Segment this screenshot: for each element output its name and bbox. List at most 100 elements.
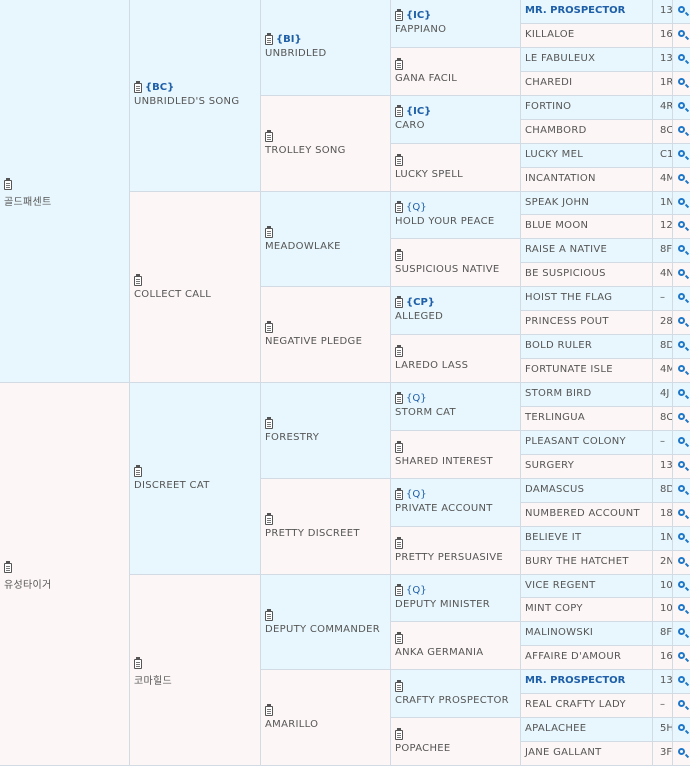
horse-name[interactable]: CHAMBORD <box>525 125 587 136</box>
horse-name[interactable]: KILLALOE <box>525 29 575 40</box>
horse-name[interactable]: 유성타이거 <box>4 576 52 591</box>
horse-name[interactable]: MALINOWSKI <box>525 627 593 638</box>
horse-name[interactable]: MEADOWLAKE <box>265 241 341 252</box>
magnifier-icon[interactable] <box>678 676 685 683</box>
horse-name[interactable]: LUCKY MEL <box>525 149 583 160</box>
horse-name[interactable]: HOIST THE FLAG <box>525 292 612 303</box>
clipboard-icon[interactable] <box>134 656 142 669</box>
magnifier-icon[interactable] <box>678 198 685 205</box>
clipboard-icon[interactable] <box>265 320 273 333</box>
magnifier-icon[interactable] <box>678 628 685 635</box>
magnifier-icon[interactable] <box>678 389 685 396</box>
clipboard-icon[interactable] <box>4 177 12 190</box>
horse-name[interactable]: DISCREET CAT <box>134 480 210 491</box>
magnifier-icon[interactable] <box>678 461 685 468</box>
horse-name[interactable]: SHARED INTEREST <box>395 456 493 467</box>
horse-name[interactable]: APALACHEE <box>525 723 586 734</box>
clipboard-icon[interactable] <box>395 391 403 404</box>
magnifier-icon[interactable] <box>678 150 685 157</box>
magnifier-icon[interactable] <box>678 365 685 372</box>
magnifier-icon[interactable] <box>678 174 685 181</box>
horse-name[interactable]: MR. PROSPECTOR <box>525 5 625 16</box>
clipboard-icon[interactable] <box>134 464 142 477</box>
clipboard-icon[interactable] <box>395 153 403 166</box>
horse-name[interactable]: STORM BIRD <box>525 388 592 399</box>
clipboard-icon[interactable] <box>265 32 273 45</box>
horse-name[interactable]: DEPUTY COMMANDER <box>265 624 380 635</box>
horse-name[interactable]: PRIVATE ACCOUNT <box>395 503 493 514</box>
horse-name[interactable]: SPEAK JOHN <box>525 197 589 208</box>
clipboard-icon[interactable] <box>395 727 403 740</box>
magnifier-icon[interactable] <box>678 221 685 228</box>
horse-name[interactable]: UNBRIDLED'S SONG <box>134 96 239 107</box>
clipboard-icon[interactable] <box>134 80 142 93</box>
horse-name[interactable]: PRETTY PERSUASIVE <box>395 552 503 563</box>
horse-name[interactable]: LE FABULEUX <box>525 53 595 64</box>
magnifier-icon[interactable] <box>678 724 685 731</box>
clipboard-icon[interactable] <box>395 487 403 500</box>
clipboard-icon[interactable] <box>395 104 403 117</box>
horse-name[interactable]: TROLLEY SONG <box>265 145 346 156</box>
horse-name[interactable]: ALLEGED <box>395 311 443 322</box>
magnifier-icon[interactable] <box>678 581 685 588</box>
horse-name[interactable]: ANKA GERMANIA <box>395 647 483 658</box>
horse-name[interactable]: NUMBERED ACCOUNT <box>525 508 640 519</box>
horse-name[interactable]: HOLD YOUR PEACE <box>395 216 495 227</box>
magnifier-icon[interactable] <box>678 102 685 109</box>
horse-name[interactable]: AFFAIRE D'AMOUR <box>525 651 621 662</box>
clipboard-icon[interactable] <box>134 273 142 286</box>
clipboard-icon[interactable] <box>395 248 403 261</box>
clipboard-icon[interactable] <box>395 200 403 213</box>
horse-name[interactable]: FORTINO <box>525 101 571 112</box>
horse-name[interactable]: STORM CAT <box>395 407 456 418</box>
magnifier-icon[interactable] <box>678 557 685 564</box>
horse-name[interactable]: BURY THE HATCHET <box>525 556 629 567</box>
horse-name[interactable]: BLUE MOON <box>525 220 588 231</box>
horse-name[interactable]: DAMASCUS <box>525 484 584 495</box>
horse-name[interactable]: SURGERY <box>525 460 574 471</box>
magnifier-icon[interactable] <box>678 485 685 492</box>
clipboard-icon[interactable] <box>395 440 403 453</box>
horse-name[interactable]: POPACHEE <box>395 743 451 754</box>
horse-name[interactable]: REAL CRAFTY LADY <box>525 699 626 710</box>
magnifier-icon[interactable] <box>678 700 685 707</box>
magnifier-icon[interactable] <box>678 533 685 540</box>
magnifier-icon[interactable] <box>678 604 685 611</box>
magnifier-icon[interactable] <box>678 293 685 300</box>
horse-name[interactable]: COLLECT CALL <box>134 289 211 300</box>
magnifier-icon[interactable] <box>678 269 685 276</box>
magnifier-icon[interactable] <box>678 317 685 324</box>
horse-name[interactable]: 코마힐드 <box>134 672 172 687</box>
clipboard-icon[interactable] <box>4 560 12 573</box>
horse-name[interactable]: 골드패센트 <box>4 193 52 208</box>
magnifier-icon[interactable] <box>678 509 685 516</box>
clipboard-icon[interactable] <box>265 225 273 238</box>
clipboard-icon[interactable] <box>395 57 403 70</box>
horse-name[interactable]: CARO <box>395 120 431 131</box>
horse-name[interactable]: JANE GALLANT <box>525 747 602 758</box>
horse-name[interactable]: LUCKY SPELL <box>395 169 463 180</box>
clipboard-icon[interactable] <box>395 295 403 308</box>
clipboard-icon[interactable] <box>265 129 273 142</box>
horse-name[interactable]: BELIEVE IT <box>525 532 581 543</box>
clipboard-icon[interactable] <box>395 536 403 549</box>
horse-name[interactable]: SUSPICIOUS NATIVE <box>395 264 500 275</box>
horse-name[interactable]: DEPUTY MINISTER <box>395 599 490 610</box>
clipboard-icon[interactable] <box>265 512 273 525</box>
horse-name[interactable]: TERLINGUA <box>525 412 585 423</box>
clipboard-icon[interactable] <box>395 631 403 644</box>
magnifier-icon[interactable] <box>678 341 685 348</box>
magnifier-icon[interactable] <box>678 748 685 755</box>
horse-name[interactable]: VICE REGENT <box>525 580 596 591</box>
horse-name[interactable]: AMARILLO <box>265 719 318 730</box>
horse-name[interactable]: RAISE A NATIVE <box>525 244 607 255</box>
horse-name[interactable]: LAREDO LASS <box>395 360 468 371</box>
magnifier-icon[interactable] <box>678 437 685 444</box>
clipboard-icon[interactable] <box>395 583 403 596</box>
horse-name[interactable]: GANA FACIL <box>395 73 457 84</box>
horse-name[interactable]: UNBRIDLED <box>265 48 327 59</box>
horse-name[interactable]: PRINCESS POUT <box>525 316 609 327</box>
magnifier-icon[interactable] <box>678 652 685 659</box>
horse-name[interactable]: FAPPIANO <box>395 24 446 35</box>
clipboard-icon[interactable] <box>265 416 273 429</box>
